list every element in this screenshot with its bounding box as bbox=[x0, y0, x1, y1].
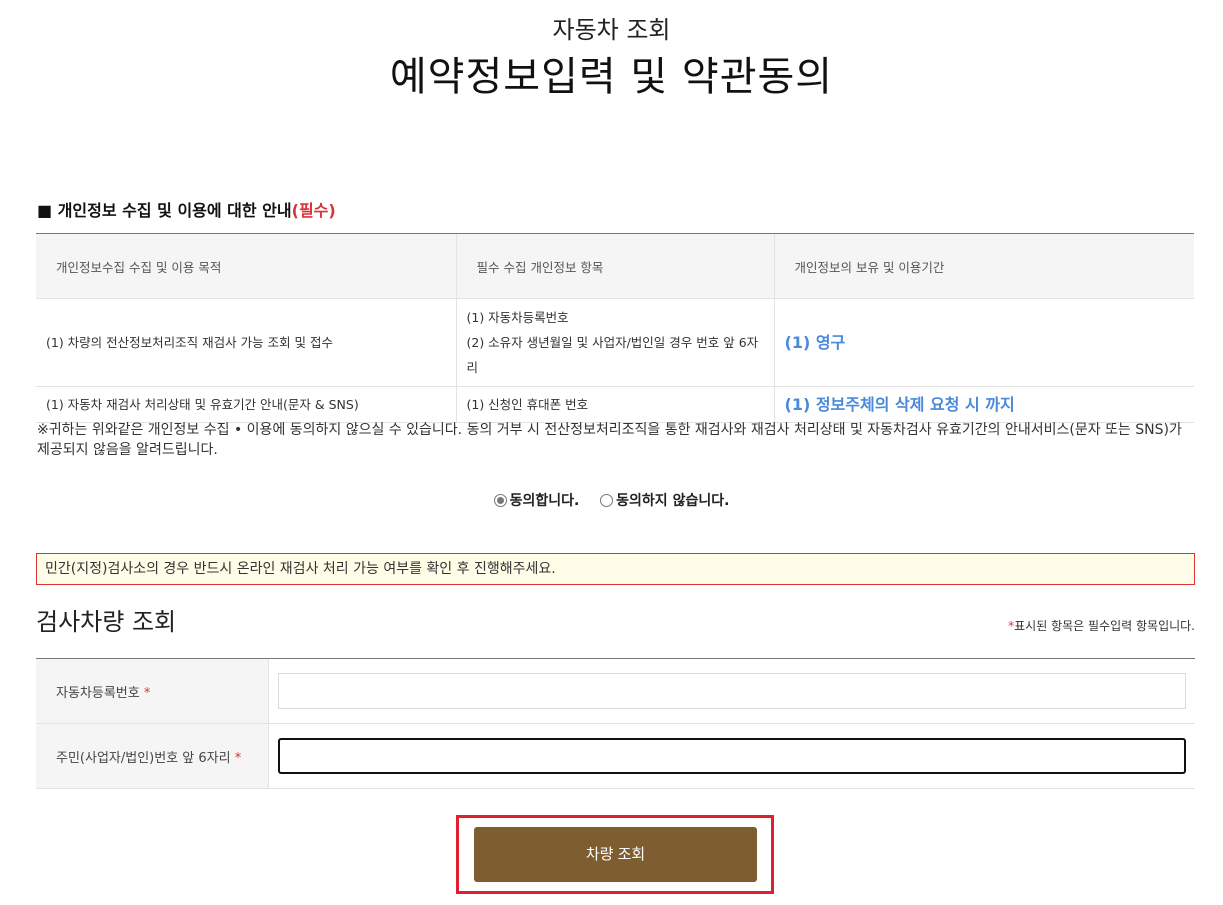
form-row: 자동차등록번호 * bbox=[36, 658, 1195, 724]
purpose-cell: (1) 자동차 재검사 처리상태 및 유효기간 안내(문자 & SNS) bbox=[36, 386, 456, 423]
vehicle-inquiry-form: 자동차등록번호 * 주민(사업자/법인)번호 앞 6자리 * bbox=[36, 658, 1195, 789]
disagree-option[interactable]: 동의하지 않습니다. bbox=[600, 490, 729, 510]
table-row: (1) 자동차 재검사 처리상태 및 유효기간 안내(문자 & SNS) (1)… bbox=[36, 386, 1194, 423]
inquiry-section-title: 검사차량 조회 bbox=[36, 608, 177, 636]
field-label-text: 주민(사업자/법인)번호 앞 6자리 bbox=[56, 750, 231, 766]
page-title: 예약정보입력 및 약관동의 bbox=[389, 54, 834, 100]
required-note: *표시된 항목은 필수입력 항목입니다. bbox=[1008, 617, 1195, 634]
privacy-section-heading: ■ 개인정보 수집 및 이용에 대한 안내(필수) bbox=[37, 197, 336, 221]
privacy-heading-text: ■ 개인정보 수집 및 이용에 대한 안내 bbox=[37, 201, 292, 220]
items-cell: (1) 신청인 휴대폰 번호 bbox=[455, 386, 774, 423]
period-cell: (1) 영구 bbox=[773, 298, 1194, 387]
required-star: * bbox=[143, 685, 151, 701]
items-cell: (1) 자동차등록번호 (2) 소유자 생년월일 및 사업자/법인일 경우 번호… bbox=[455, 298, 774, 387]
required-tag: (필수) bbox=[291, 201, 336, 220]
period-cell: (1) 정보주체의 삭제 요청 시 까지 bbox=[773, 386, 1194, 423]
agree-label: 동의합니다. bbox=[509, 493, 580, 509]
field-label-id-prefix: 주민(사업자/법인)번호 앞 6자리 * bbox=[36, 723, 268, 789]
item-text: (2) 소유자 생년월일 및 사업자/법인일 경우 번호 앞 6자리 bbox=[466, 335, 759, 375]
registration-number-input[interactable] bbox=[277, 673, 1186, 709]
column-header-items: 필수 수집 개인정보 항목 bbox=[455, 233, 774, 299]
consent-refusal-notice: ※귀하는 위와같은 개인정보 수집 • 이용에 동의하지 않으실 수 있습니다.… bbox=[37, 422, 1182, 458]
period-text: (1) 영구 bbox=[784, 332, 846, 352]
purpose-cell: (1) 차량의 전산정보처리조직 재검사 가능 조회 및 접수 bbox=[36, 298, 456, 387]
field-label-text: 자동차등록번호 bbox=[56, 685, 140, 701]
item-text: (1) 자동차등록번호 bbox=[466, 310, 569, 325]
table-row: (1) 차량의 전산정보처리조직 재검사 가능 조회 및 접수 (1) 자동차등… bbox=[36, 298, 1194, 387]
disagree-label: 동의하지 않습니다. bbox=[616, 493, 730, 509]
column-header-period: 개인정보의 보유 및 이용기간 bbox=[773, 233, 1194, 299]
id-prefix-input[interactable] bbox=[277, 738, 1186, 774]
disagree-radio[interactable] bbox=[600, 494, 614, 507]
field-label-registration: 자동차등록번호 * bbox=[36, 658, 268, 724]
period-text: (1) 정보주체의 삭제 요청 시 까지 bbox=[784, 394, 1015, 414]
page-subtitle: 자동차 조회 bbox=[552, 16, 671, 44]
vehicle-inquiry-button[interactable]: 차량 조회 bbox=[474, 827, 757, 882]
agree-option[interactable]: 동의합니다. bbox=[493, 490, 580, 510]
required-star: * bbox=[234, 750, 242, 766]
required-note-text: 표시된 항목은 필수입력 항목입니다. bbox=[1014, 619, 1195, 633]
consent-radio-group: 동의합니다. 동의하지 않습니다. bbox=[0, 490, 1223, 510]
form-row: 주민(사업자/법인)번호 앞 6자리 * bbox=[36, 723, 1195, 789]
column-header-purpose: 개인정보수집 수집 및 이용 목적 bbox=[36, 233, 456, 299]
private-center-alert: 민간(지정)검사소의 경우 반드시 온라인 재검사 처리 가능 여부를 확인 후… bbox=[36, 553, 1195, 585]
agree-radio[interactable] bbox=[493, 494, 507, 507]
privacy-table: 개인정보수집 수집 및 이용 목적 필수 수집 개인정보 항목 개인정보의 보유… bbox=[36, 233, 1194, 423]
